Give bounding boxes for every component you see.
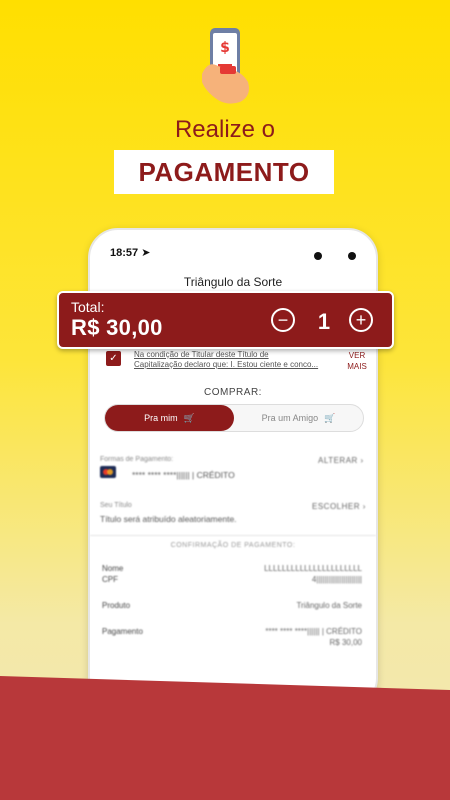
tab-pra-mim[interactable]: Pra mim 🛒 [105, 405, 234, 431]
payment-tag: PAGAMENTO [114, 150, 334, 194]
bottom-band [0, 676, 450, 800]
terms-text[interactable]: Na condição de Titular deste Título de C… [134, 350, 339, 370]
quantity-value: 1 [317, 309, 331, 334]
screen-title: Triângulo da Sorte [183, 275, 283, 289]
terms-checkbox[interactable]: ✓ [106, 351, 121, 366]
produto-label: Produto [102, 601, 131, 610]
minus-icon: − [277, 310, 289, 330]
increase-quantity-button[interactable]: + [349, 308, 373, 332]
escolher-link[interactable]: ESCOLHER › [312, 502, 366, 511]
card-number: **** **** ****|||||| | CRÉDITO [132, 470, 235, 480]
total-label: Total: [71, 299, 105, 315]
cart-icon: 🛒 [183, 412, 195, 423]
cpf-label: CPF [102, 575, 118, 584]
total-bar: Total: R$ 30,00 − 1 + [57, 291, 394, 349]
mastercard-icon [100, 466, 116, 478]
ver-mais-link[interactable]: VER MAIS [342, 350, 372, 372]
produto-value: Triângulo da Sorte [296, 601, 362, 610]
nome-label: Nome [102, 564, 124, 573]
titulo-text: Título será atribuído aleatoriamente. [100, 514, 237, 524]
camera-dot [348, 252, 356, 260]
decrease-quantity-button[interactable]: − [271, 308, 295, 332]
headline: Realize o [174, 116, 276, 143]
pagamento-label: Pagamento [102, 627, 143, 636]
total-value: R$ 30,00 [71, 315, 163, 340]
titulo-label: Seu Título [100, 502, 132, 509]
cpf-value: 4|||||||||||||||||||||| [311, 575, 362, 584]
pagamento-amount: R$ 30,00 [329, 638, 362, 647]
comprar-label: COMPRAR: [204, 387, 262, 398]
buyer-toggle: Pra mim 🛒 Pra um Amigo 🛒 [104, 404, 364, 432]
confirmation-title: CONFIRMAÇÃO DE PAGAMENTO: [170, 542, 296, 549]
phone-payment-icon: $ [202, 28, 249, 104]
alterar-link[interactable]: ALTERAR › [318, 456, 364, 465]
cart-icon: 🛒 [324, 412, 336, 423]
divider [90, 535, 376, 536]
pagamento-value: **** **** ****|||||| | CRÉDITO [265, 627, 362, 636]
camera-dot [314, 252, 322, 260]
nome-value: LLLLLLLLLLLLLLLLLLLLLL [264, 564, 362, 573]
tab-pra-um-amigo[interactable]: Pra um Amigo 🛒 [234, 405, 363, 431]
plus-icon: + [355, 310, 367, 330]
payment-methods-label: Formas de Pagamento: [100, 456, 174, 463]
svg-text:$: $ [220, 40, 230, 56]
status-time: 18:57 ➤ [110, 247, 151, 259]
